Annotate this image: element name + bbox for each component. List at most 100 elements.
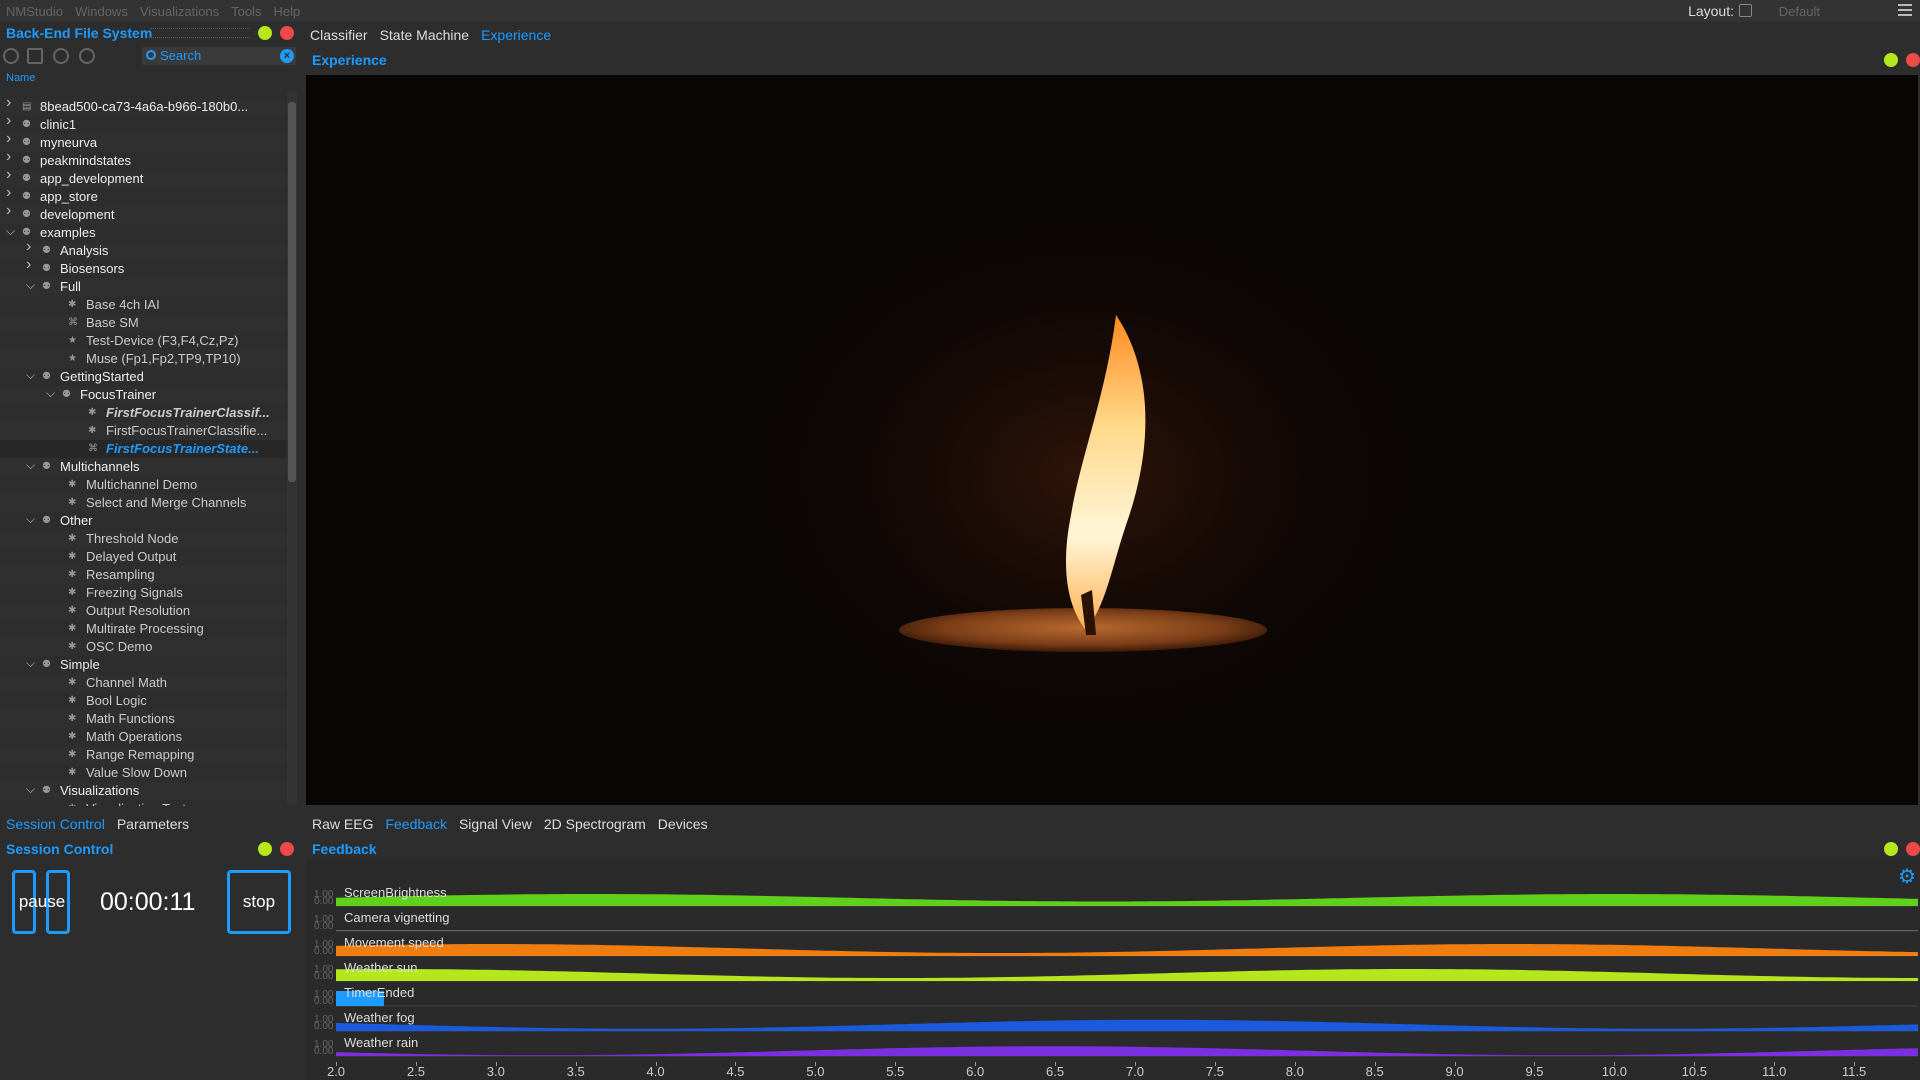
chevron-right-icon[interactable]: › [6,149,15,165]
float-panel-button[interactable] [258,26,272,40]
tree-row[interactable]: ⌵ ⚉ FocusTrainer [0,386,286,404]
chevron-down-icon[interactable]: ⌵ [26,459,35,471]
tree-row[interactable]: ⌵ ⚉ Full [0,278,286,296]
file-system-title: Back-End File System [6,25,153,41]
refresh-icon[interactable] [79,48,95,64]
close-panel-button[interactable] [280,26,294,40]
tree-row[interactable]: ⌵ ⚉ examples [0,224,286,242]
chevron-down-icon[interactable]: ⌵ [46,387,55,399]
tree-scrollbar[interactable] [287,92,297,804]
tree-row[interactable]: ⌘ FirstFocusTrainerState... [0,440,286,458]
chevron-down-icon[interactable]: ⌵ [26,783,35,795]
tab-experience[interactable]: Experience [475,27,557,43]
new-folder-icon[interactable] [27,48,43,64]
title-drag-handle[interactable] [150,28,250,38]
group-icon: ⚉ [42,281,51,292]
tree-row[interactable]: ✱ FirstFocusTrainerClassif... [0,404,286,422]
tree-row[interactable]: › ⚉ Analysis [0,239,286,260]
tab-raw-eeg[interactable]: Raw EEG [306,816,379,832]
layout-icon [1739,4,1752,17]
chevron-right-icon[interactable]: › [26,257,35,273]
tab-classifier[interactable]: Classifier [304,27,374,43]
clear-search-icon[interactable]: × [280,49,294,63]
tree-row[interactable]: ✱ Visualization Test [0,800,286,806]
feedback-float-button[interactable] [1884,842,1898,856]
tab-2d-spectrogram[interactable]: 2D Spectrogram [538,816,652,832]
node-icon: ✱ [68,587,77,598]
tree-row[interactable]: ✱ Freezing Signals [0,584,286,602]
pause-button[interactable]: pause [12,870,72,934]
tree-row[interactable]: ⌵ ⚉ GettingStarted [0,368,286,386]
chevron-down-icon[interactable]: ⌵ [26,369,35,381]
tree-row[interactable]: ✱ Multichannel Demo [0,476,286,494]
tree-row[interactable]: ✱ OSC Demo [0,638,286,656]
tree-row[interactable]: ✱ Range Remapping [0,746,286,764]
tree-row[interactable]: ✱ Resampling [0,566,286,584]
chevron-down-icon[interactable]: ⌵ [26,657,35,669]
tree-row[interactable]: ✱ Math Functions [0,710,286,728]
chevron-right-icon[interactable]: › [6,98,15,111]
chevron-right-icon[interactable]: › [6,203,15,219]
add-icon[interactable] [3,48,19,64]
tree-row[interactable]: ✱ Bool Logic [0,692,286,710]
chevron-right-icon[interactable]: › [6,185,15,201]
tree-column-header[interactable]: Name [0,68,300,86]
tree-row[interactable]: › ▤ 8bead500-ca73-4a6a-b966-180b0... [0,98,286,116]
experience-float-button[interactable] [1884,53,1898,67]
tree-row[interactable]: ✱ FirstFocusTrainerClassifie... [0,422,286,440]
tree-row[interactable]: ✱ Output Resolution [0,602,286,620]
chevron-down-icon[interactable]: ⌵ [26,513,35,525]
session-close-button[interactable] [280,842,294,856]
tab-feedback[interactable]: Feedback [379,816,452,832]
chevron-down-icon[interactable]: ⌵ [26,279,35,291]
tree-row[interactable]: ⌵ ⚉ Simple [0,656,286,674]
remove-icon[interactable] [53,48,69,64]
tab-signal-view[interactable]: Signal View [453,816,538,832]
tree-row[interactable]: ✱ Value Slow Down [0,764,286,782]
tree-row[interactable]: › ⚉ development [0,203,286,224]
tree-row[interactable]: ✱ Channel Math [0,674,286,692]
tree-row[interactable]: ★ Muse (Fp1,Fp2,TP9,TP10) [0,350,286,368]
menu-windows[interactable]: Windows [69,4,134,19]
tab-state-machine[interactable]: State Machine [374,27,476,43]
chevron-down-icon[interactable]: ⌵ [6,225,15,237]
tree-row[interactable]: ⌵ ⚉ Visualizations [0,782,286,800]
scrollbar-thumb[interactable] [288,102,296,482]
tree-row[interactable]: ✱ Delayed Output [0,548,286,566]
tree-row[interactable]: ⌵ ⚉ Other [0,512,286,530]
menu-help[interactable]: Help [267,4,306,19]
chevron-right-icon[interactable]: › [6,167,15,183]
tree-row[interactable]: › ⚉ myneurva [0,131,286,152]
menu-tools[interactable]: Tools [225,4,267,19]
stop-button[interactable]: stop [227,870,291,934]
tab-session-control[interactable]: Session Control [0,816,111,832]
tree-row[interactable]: ✱ Threshold Node [0,530,286,548]
layout-select[interactable]: Default [1779,4,1820,19]
chevron-right-icon[interactable]: › [6,113,15,129]
tree-row[interactable]: ★ Test-Device (F3,F4,Cz,Pz) [0,332,286,350]
experience-close-button[interactable] [1906,53,1920,67]
tree-row[interactable]: › ⚉ peakmindstates [0,149,286,170]
chevron-right-icon[interactable]: › [26,239,35,255]
feedback-close-button[interactable] [1906,842,1920,856]
search-input[interactable]: Search × [142,47,296,65]
tree-row[interactable]: ✱ Math Operations [0,728,286,746]
tree-row[interactable]: ⌘ Base SM [0,314,286,332]
tree-row[interactable]: › ⚉ Biosensors [0,257,286,278]
tree-row[interactable]: › ⚉ clinic1 [0,113,286,134]
menu-visualizations[interactable]: Visualizations [134,4,225,19]
session-float-button[interactable] [258,842,272,856]
tree-row[interactable]: ✱ Base 4ch IAI [0,296,286,314]
tree-row[interactable]: ⌵ ⚉ Multichannels [0,458,286,476]
tree-row[interactable]: ✱ Select and Merge Channels [0,494,286,512]
tree-row[interactable]: › ⚉ app_store [0,185,286,206]
menu-nmstudio[interactable]: NMStudio [0,4,69,19]
hamburger-menu-icon[interactable] [1898,4,1912,16]
tree-row[interactable]: ✱ Multirate Processing [0,620,286,638]
tab-devices[interactable]: Devices [652,816,714,832]
session-title: Session Control [6,841,114,857]
tab-parameters[interactable]: Parameters [111,816,195,832]
tree-row[interactable]: › ⚉ app_development [0,167,286,188]
chevron-right-icon[interactable]: › [6,131,15,147]
group-icon: ⚉ [42,515,51,526]
